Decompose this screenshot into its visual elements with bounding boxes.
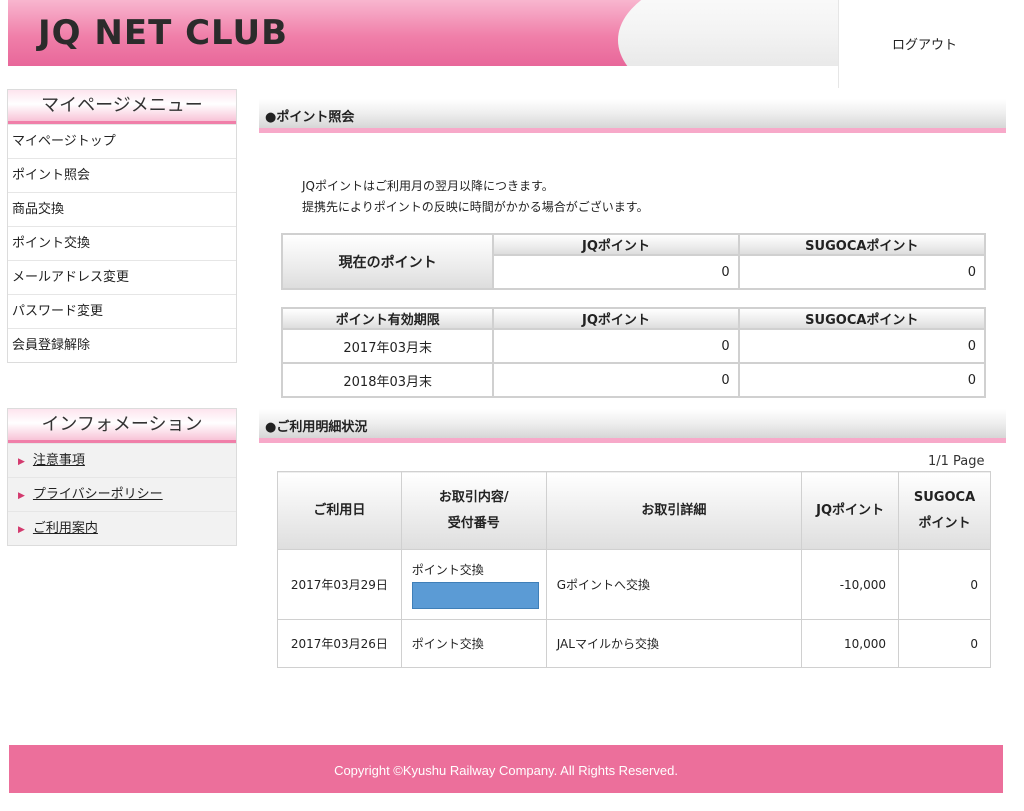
transaction-jq-points: -10,000 <box>801 549 900 620</box>
expiry-date: 2017年03月末 <box>280 328 495 364</box>
table-row: 2018年03月末 0 0 <box>280 362 987 398</box>
col-jq-points: JQポイント <box>492 233 740 256</box>
usage-details-table: ご利用日 お取引内容/ 受付番号 お取引詳細 JQポイント SUGOCA ポイン… <box>277 471 991 668</box>
expiry-sugoca-points: 0 <box>737 328 987 364</box>
col-sugoca-line2: ポイント <box>918 515 971 531</box>
header-divider <box>838 0 839 88</box>
col-expiry: ポイント有効期限 <box>280 307 495 330</box>
transaction-content: ポイント交換 <box>400 619 547 668</box>
transaction-detail: JALマイルから交換 <box>545 619 803 668</box>
usage-date: 2017年03月26日 <box>277 619 402 668</box>
sidebar-item-point-inquiry[interactable]: ポイント照会 <box>8 158 236 192</box>
table-row: 2017年03月26日 ポイント交換 JALマイルから交換 10,000 0 <box>277 619 991 668</box>
col-sugoca-line1: SUGOCA <box>913 489 976 505</box>
triangle-right-icon: ▶ <box>18 457 25 467</box>
sidebar-item-product-exchange[interactable]: 商品交換 <box>8 192 236 226</box>
site-logo[interactable]: JQ NET CLUB <box>38 13 288 53</box>
mypage-menu: マイページメニュー マイページトップ ポイント照会 商品交換 ポイント交換 メー… <box>7 89 237 363</box>
information-menu: インフォメーション ▶ 注意事項 ▶ プライバシーポリシー ▶ ご利用案内 <box>7 408 237 546</box>
col-sugoca-points: SUGOCAポイント <box>737 307 987 330</box>
usage-details-title: ●ご利用明細状況 <box>265 420 368 435</box>
info-item-label: 注意事項 <box>32 453 85 468</box>
info-item-privacy-policy[interactable]: ▶ プライバシーポリシー <box>8 477 236 511</box>
expiry-jq-points: 0 <box>492 328 740 364</box>
logout-link[interactable]: ログアウト <box>892 34 957 53</box>
header: JQ NET CLUB ログアウト <box>0 0 1024 88</box>
sidebar-item-email-change[interactable]: メールアドレス変更 <box>8 260 236 294</box>
sidebar-item-mypage-top[interactable]: マイページトップ <box>8 124 236 158</box>
col-transaction-detail: お取引詳細 <box>545 471 803 550</box>
current-points-table: 現在のポイント JQポイント SUGOCAポイント 0 0 <box>280 233 987 290</box>
col-sugoca-points: SUGOCA ポイント <box>898 471 991 550</box>
copyright-text: Copyright ©Kyushu Railway Company. All R… <box>334 763 678 778</box>
col-jq-points: JQポイント <box>492 307 740 330</box>
sidebar-item-point-exchange[interactable]: ポイント交換 <box>8 226 236 260</box>
col-jq-points: JQポイント <box>801 471 900 550</box>
information-menu-title: インフォメーション <box>8 409 236 443</box>
current-sugoca-points: 0 <box>737 254 987 290</box>
point-inquiry-title: ●ポイント照会 <box>265 110 355 125</box>
sidebar-item-password-change[interactable]: パスワード変更 <box>8 294 236 328</box>
transaction-content-cell: ポイント交換 <box>400 549 547 620</box>
transaction-detail: Gポイントへ交換 <box>545 549 803 620</box>
col-usage-date: ご利用日 <box>277 471 402 550</box>
table-row: 2017年03月末 0 0 <box>280 328 987 364</box>
current-points-label: 現在のポイント <box>280 233 495 290</box>
notice-line-2: 提携先によりポイントの反映に時間がかかる場合がございます。 <box>302 200 649 214</box>
point-inquiry-header: ●ポイント照会 <box>259 99 1006 133</box>
info-item-notes[interactable]: ▶ 注意事項 <box>8 443 236 477</box>
expiry-sugoca-points: 0 <box>737 362 987 398</box>
col-sugoca-points: SUGOCAポイント <box>737 233 987 256</box>
transaction-sugoca-points: 0 <box>898 549 991 620</box>
page-indicator: 1/1 Page <box>928 454 985 469</box>
mypage-menu-title: マイページメニュー <box>8 90 236 124</box>
col-transaction-content-line1: お取引内容/ <box>438 489 509 505</box>
col-transaction-content: お取引内容/ 受付番号 <box>400 471 547 550</box>
usage-details-header: ●ご利用明細状況 <box>259 409 1006 443</box>
transaction-jq-points: 10,000 <box>801 619 900 668</box>
expiry-jq-points: 0 <box>492 362 740 398</box>
table-row: 2017年03月29日 ポイント交換 Gポイントへ交換 -10,000 0 <box>277 549 991 620</box>
redacted-receipt-number <box>411 581 539 609</box>
triangle-right-icon: ▶ <box>18 491 25 501</box>
sidebar-item-cancel-membership[interactable]: 会員登録解除 <box>8 328 236 362</box>
expiry-table: ポイント有効期限 JQポイント SUGOCAポイント 2017年03月末 0 0… <box>280 307 987 398</box>
logo-shine-decoration <box>618 0 838 66</box>
footer: Copyright ©Kyushu Railway Company. All R… <box>9 745 1003 793</box>
triangle-right-icon: ▶ <box>18 525 25 535</box>
current-jq-points: 0 <box>492 254 740 290</box>
transaction-sugoca-points: 0 <box>898 619 991 668</box>
expiry-date: 2018年03月末 <box>280 362 495 398</box>
usage-date: 2017年03月29日 <box>277 549 402 620</box>
point-notice: JQポイントはご利用月の翌月以降につきます。 提携先によりポイントの反映に時間が… <box>302 176 649 218</box>
notice-line-1: JQポイントはご利用月の翌月以降につきます。 <box>302 179 554 193</box>
logo-banner: JQ NET CLUB <box>8 0 838 66</box>
info-item-label: プライバシーポリシー <box>32 487 163 502</box>
col-transaction-content-line2: 受付番号 <box>447 515 500 531</box>
info-item-usage-guide[interactable]: ▶ ご利用案内 <box>8 511 236 545</box>
transaction-content: ポイント交換 <box>411 562 484 577</box>
info-item-label: ご利用案内 <box>32 521 98 536</box>
